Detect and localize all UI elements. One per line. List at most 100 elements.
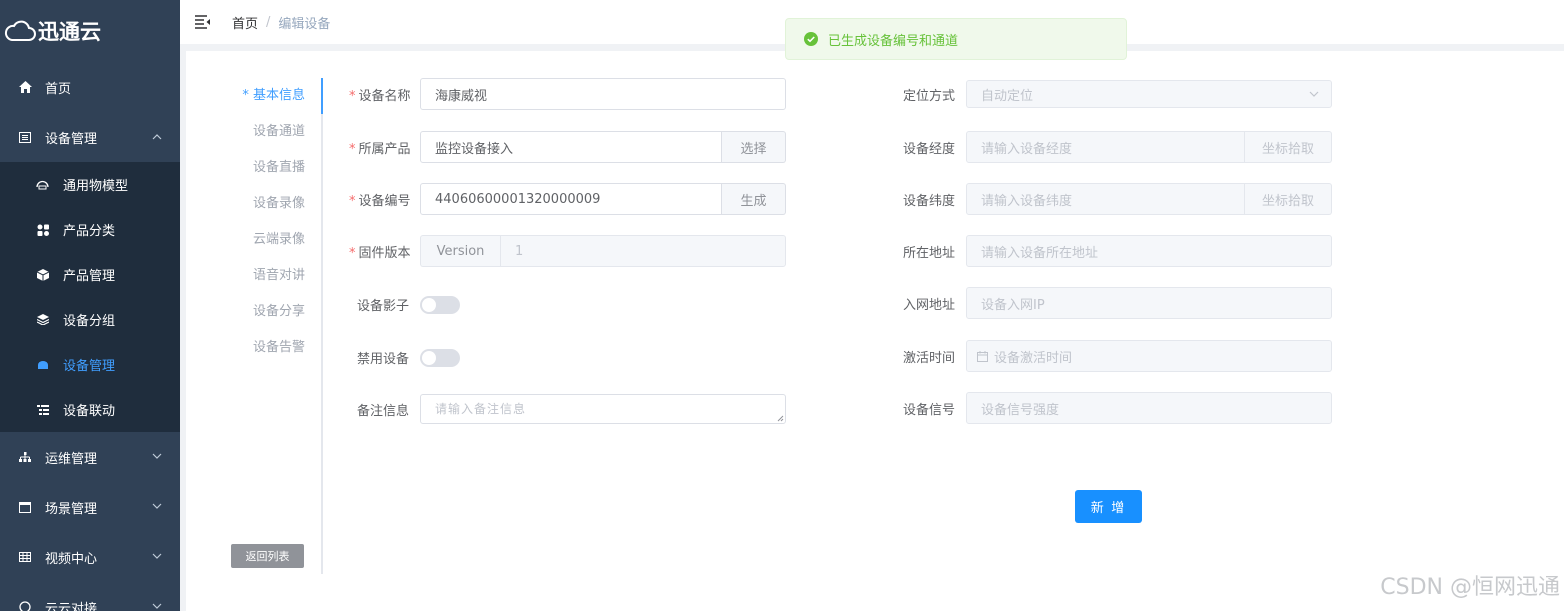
tab-voice-talk[interactable]: 语音对讲	[186, 258, 321, 294]
sidebar-item-scene[interactable]: 场景管理	[0, 482, 180, 532]
sidebar-item-cloud[interactable]: 云云对接	[0, 582, 180, 611]
chevron-down-icon	[152, 503, 162, 509]
shadow-switch[interactable]	[420, 295, 460, 314]
sitemap-icon	[18, 450, 32, 464]
product-row: * 所属产品 监控设备接入 选择	[349, 131, 786, 163]
longitude-input[interactable]: 请输入设备经度	[966, 131, 1245, 163]
remark-textarea[interactable]: 请输入备注信息	[420, 394, 786, 424]
layers-icon	[36, 313, 49, 326]
back-to-list-button[interactable]: 返回列表	[231, 544, 304, 568]
device-sn-input[interactable]: 44060600001320000009	[420, 183, 722, 215]
sidebar-item-label: 设备联动	[63, 404, 116, 419]
select-product-button[interactable]: 选择	[722, 131, 786, 163]
device-submenu: 通用物模型 产品分类 产品管理 设备分组 设备管理 设备联动	[0, 162, 180, 432]
chevron-down-icon	[152, 553, 162, 559]
breadcrumb-current: 编辑设备	[278, 16, 331, 32]
linkage-icon	[36, 403, 49, 416]
sidebar-item-product[interactable]: 产品管理	[0, 252, 180, 297]
network-addr-input[interactable]: 设备入网IP	[966, 287, 1332, 319]
watermark: CSDN @恒网迅通	[1380, 575, 1560, 600]
toast-message: 已生成设备编号和通道	[828, 33, 959, 49]
tab-device-live[interactable]: 设备直播	[186, 150, 321, 186]
sidebar: 迅通云 首页 设备管理 通用物模型 产品分类 产品管理 设备分组 设备管理 设备…	[0, 0, 180, 611]
chevron-down-icon	[1309, 91, 1319, 97]
chevron-up-icon	[152, 134, 162, 140]
sidebar-item-category[interactable]: 产品分类	[0, 207, 180, 252]
firmware-input[interactable]: 1	[500, 235, 786, 267]
success-toast: 已生成设备编号和通道	[785, 18, 1127, 60]
locate-mode-select[interactable]: 自动定位	[966, 80, 1332, 108]
tab-device-channel[interactable]: 设备通道	[186, 114, 321, 150]
add-button[interactable]: 新 增	[1075, 490, 1142, 523]
activate-time-input[interactable]: 设备激活时间	[966, 340, 1332, 372]
category-icon	[36, 223, 49, 236]
sidebar-item-video[interactable]: 视频中心	[0, 532, 180, 582]
menu-fold-icon[interactable]	[195, 15, 211, 29]
tab-device-share[interactable]: 设备分享	[186, 294, 321, 330]
vertical-tabs: * 基本信息 设备通道 设备直播 设备录像 云端录像 语音对讲 设备分享 设备告…	[186, 78, 323, 574]
product-input[interactable]: 监控设备接入	[420, 131, 722, 163]
activate-time-label: 激活时间	[902, 350, 955, 366]
tab-active-indicator	[321, 78, 323, 114]
latitude-label: 设备纬度	[902, 193, 955, 209]
sidebar-item-group[interactable]: 设备分组	[0, 297, 180, 342]
device-icon	[18, 130, 32, 144]
device-sn-label: * 设备编号	[349, 193, 411, 209]
sidebar-item-label: 设备管理	[63, 359, 116, 374]
pick-latitude-button[interactable]: 坐标拾取	[1245, 183, 1332, 215]
tab-label: 云端录像	[252, 232, 305, 247]
sidebar-item-model[interactable]: 通用物模型	[0, 162, 180, 207]
breadcrumb-separator: /	[266, 14, 271, 30]
latitude-row: 设备纬度 请输入设备纬度 坐标拾取	[895, 183, 1332, 215]
locate-mode-label: 定位方式	[902, 88, 955, 104]
longitude-label: 设备经度	[902, 141, 955, 157]
device-sn-row: * 设备编号 44060600001320000009 生成	[349, 183, 786, 215]
network-addr-row: 入网地址 设备入网IP	[895, 287, 1332, 319]
sidebar-item-home[interactable]: 首页	[0, 62, 180, 112]
longitude-row: 设备经度 请输入设备经度 坐标拾取	[895, 131, 1332, 163]
locate-mode-value: 自动定位	[981, 88, 1034, 104]
tab-label: * 基本信息	[242, 88, 305, 103]
generate-sn-button[interactable]: 生成	[722, 183, 786, 215]
sidebar-item-linkage[interactable]: 设备联动	[0, 387, 180, 432]
address-row: 所在地址 请输入设备所在地址	[895, 235, 1332, 267]
disable-device-switch[interactable]	[420, 348, 460, 367]
sidebar-item-label: 场景管理	[45, 501, 98, 517]
latitude-input[interactable]: 请输入设备纬度	[966, 183, 1245, 215]
product-label: * 所属产品	[349, 141, 411, 157]
resize-grip-icon	[777, 415, 784, 422]
sidebar-item-device-management[interactable]: 设备管理	[0, 112, 180, 162]
shadow-row: 设备影子	[349, 295, 460, 314]
sidebar-item-device-manage[interactable]: 设备管理	[0, 342, 180, 387]
sidebar-item-label: 运维管理	[45, 451, 98, 467]
sidebar-item-label: 通用物模型	[63, 179, 129, 194]
main-panel: * 基本信息 设备通道 设备直播 设备录像 云端录像 语音对讲 设备分享 设备告…	[186, 51, 1564, 611]
signal-row: 设备信号 设备信号强度	[895, 392, 1332, 424]
tab-basic-info[interactable]: * 基本信息	[186, 78, 323, 114]
tab-device-alert[interactable]: 设备告警	[186, 330, 321, 366]
tab-label: 设备分享	[252, 304, 305, 319]
breadcrumb: 首页 / 编辑设备	[232, 13, 330, 32]
tab-label: 设备通道	[252, 124, 305, 139]
disabled-row: 禁用设备	[349, 348, 460, 367]
pick-longitude-button[interactable]: 坐标拾取	[1245, 131, 1332, 163]
signal-label: 设备信号	[902, 402, 955, 418]
chevron-down-icon	[152, 453, 162, 459]
app-logo-text: 迅通云	[38, 20, 101, 44]
tab-label: 设备告警	[252, 340, 305, 355]
device-name-input[interactable]: 海康威视	[420, 78, 786, 110]
device-manage-icon	[36, 358, 49, 371]
app-logo[interactable]: 迅通云	[0, 0, 180, 62]
cube-icon	[36, 268, 49, 281]
sidebar-item-label: 产品分类	[63, 224, 116, 239]
signal-input[interactable]: 设备信号强度	[966, 392, 1332, 424]
model-icon	[36, 178, 49, 191]
video-icon	[18, 550, 32, 564]
address-input[interactable]: 请输入设备所在地址	[966, 235, 1332, 267]
breadcrumb-home[interactable]: 首页	[232, 13, 258, 32]
sidebar-item-ops[interactable]: 运维管理	[0, 432, 180, 482]
sidebar-item-label: 设备分组	[63, 314, 116, 329]
tab-device-record[interactable]: 设备录像	[186, 186, 321, 222]
tab-cloud-record[interactable]: 云端录像	[186, 222, 321, 258]
check-circle-icon	[804, 32, 818, 46]
